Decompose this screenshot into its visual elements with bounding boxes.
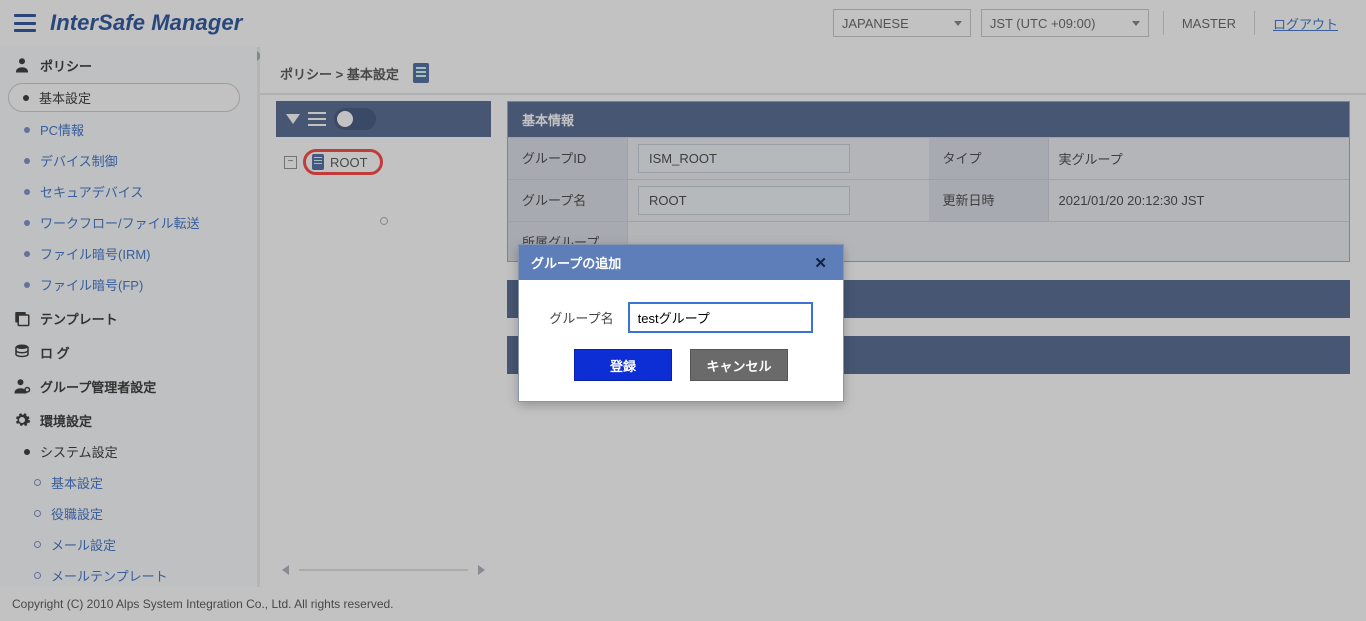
close-icon[interactable]: ✕ — [810, 254, 831, 272]
submit-button[interactable]: 登録 — [574, 349, 672, 381]
modal-title: グループの追加 — [531, 253, 621, 272]
cancel-button[interactable]: キャンセル — [690, 349, 788, 381]
group-name-input[interactable] — [628, 302, 813, 333]
modal-field-label: グループ名 — [549, 308, 613, 327]
add-group-modal: グループの追加 ✕ グループ名 登録 キャンセル — [518, 244, 844, 402]
modal-header[interactable]: グループの追加 ✕ — [519, 245, 843, 280]
